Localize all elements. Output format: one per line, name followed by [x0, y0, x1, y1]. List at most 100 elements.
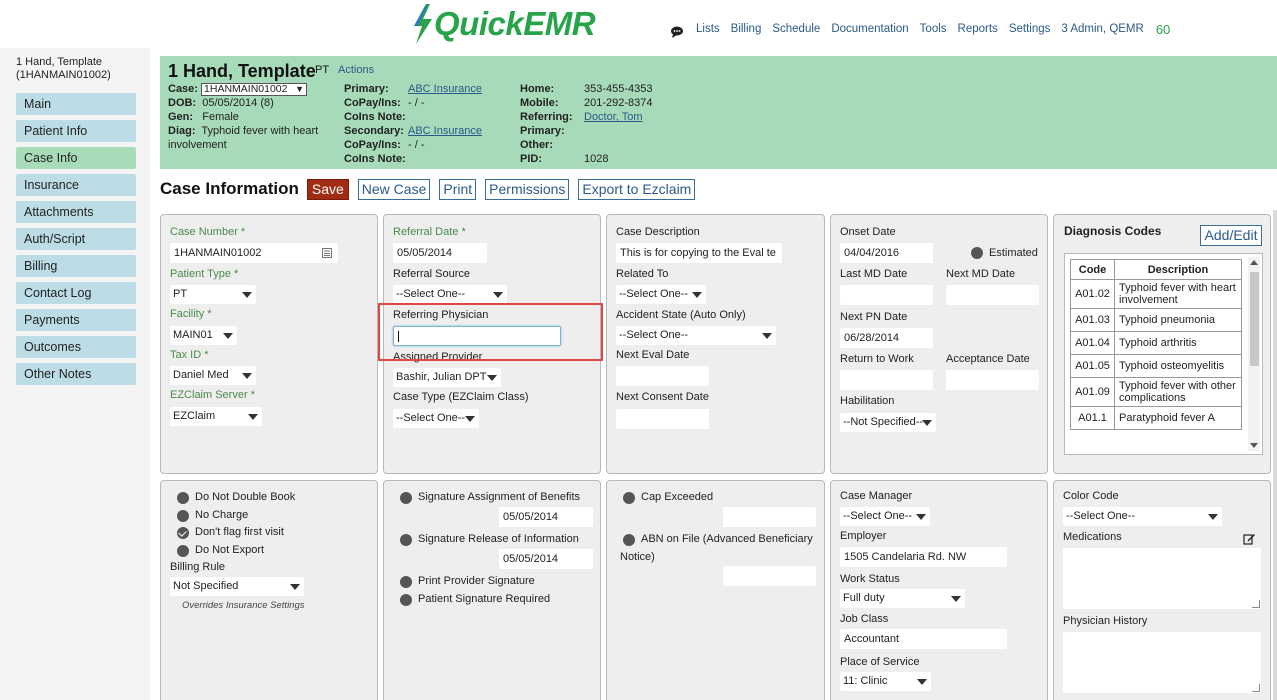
physician-history-textarea[interactable] [1063, 632, 1261, 693]
onset-date-field[interactable]: 04/04/2016 [840, 243, 933, 263]
sidebar-item-insurance[interactable]: Insurance [16, 174, 136, 196]
no-export-checkbox[interactable] [177, 545, 189, 557]
sidebar-item-patient-info[interactable]: Patient Info [16, 120, 136, 142]
facility-select[interactable]: MAIN01 [170, 326, 237, 345]
actions-link[interactable]: Actions [338, 64, 374, 76]
work-status-select[interactable]: Full duty [840, 589, 965, 608]
next-pn-field[interactable]: 06/28/2014 [840, 328, 933, 348]
calculator-icon[interactable] [322, 248, 332, 258]
save-button[interactable]: Save [306, 178, 349, 200]
quickemr-logo[interactable]: QuickEMR [410, 2, 596, 46]
scroll-down-icon[interactable] [1250, 443, 1258, 448]
nav-reports[interactable]: Reports [958, 23, 998, 35]
nav-lists[interactable]: Lists [696, 23, 720, 35]
edit-icon[interactable] [1243, 533, 1255, 545]
table-row[interactable]: A01.1 Paratyphoid fever A [1070, 406, 1242, 430]
accident-state-select[interactable]: --Select One-- [616, 326, 776, 345]
related-to-select[interactable]: --Select One-- [616, 285, 706, 304]
scroll-up-icon[interactable] [1250, 260, 1258, 265]
tax-id-select[interactable]: Daniel Med [170, 366, 256, 385]
facility-value: MAIN01 [173, 329, 213, 341]
habilitation-select[interactable]: --Not Specified-- [840, 413, 936, 432]
abn-on-file-checkbox[interactable] [623, 534, 635, 546]
sidebar-item-contact-log[interactable]: Contact Log [16, 282, 136, 304]
patient-type: PT [315, 64, 330, 76]
sidebar-item-attachments[interactable]: Attachments [16, 201, 136, 223]
return-to-work-field[interactable] [840, 370, 933, 390]
medications-textarea[interactable] [1063, 548, 1261, 609]
patient-col-3: Home: 353-455-4353 Mobile: 201-292-8374 Re… [520, 82, 680, 166]
sidebar-item-billing[interactable]: Billing [16, 255, 136, 277]
page-scrollbar[interactable] [1273, 210, 1277, 700]
nav-settings[interactable]: Settings [1009, 23, 1051, 35]
new-case-button[interactable]: New Case [357, 178, 431, 200]
no-double-book-checkbox[interactable] [177, 492, 189, 504]
case-select[interactable]: 1HANMAIN01002 ▼ [201, 82, 308, 96]
last-md-field[interactable] [840, 285, 933, 305]
nav-schedule[interactable]: Schedule [772, 23, 820, 35]
sidebar-item-main[interactable]: Main [16, 93, 136, 115]
sig-assignment-date[interactable]: 05/05/2014 [499, 507, 593, 527]
export-ezclaim-button[interactable]: Export to Ezclaim [578, 178, 696, 200]
sidebar-item-case-info[interactable]: Case Info [16, 147, 136, 169]
employer-field[interactable]: 1505 Candelaria Rd. NW [840, 547, 1007, 567]
sig-assignment-checkbox[interactable] [400, 492, 412, 504]
patient-sig-required-checkbox[interactable] [400, 594, 412, 606]
add-edit-button[interactable]: Add/Edit [1200, 225, 1262, 246]
referring-link[interactable]: Doctor, Tom [584, 111, 643, 123]
print-button[interactable]: Print [439, 178, 477, 200]
next-md-field[interactable] [946, 285, 1039, 305]
patient-type-select[interactable]: PT [170, 285, 256, 304]
sig-release-date[interactable]: 05/05/2014 [499, 549, 593, 569]
billing-rule-select[interactable]: Not Specified [170, 577, 304, 596]
next-consent-field[interactable] [616, 409, 709, 429]
cap-exceeded-field[interactable] [723, 507, 816, 527]
acceptance-date-field[interactable] [946, 370, 1039, 390]
table-row[interactable]: A01.02 Typhoid fever with heart involveme… [1070, 279, 1242, 309]
dont-flag-first-visit-checkbox[interactable] [177, 527, 189, 539]
dx-code: A01.03 [1070, 308, 1115, 332]
next-consent-label: Next Consent Date [616, 391, 709, 403]
nav-user[interactable]: 3 Admin, QEMR [1061, 23, 1143, 35]
cap-abn-panel: Cap Exceeded ABN on File (Advanced Benef… [606, 480, 825, 700]
case-type-select[interactable]: --Select One-- [393, 409, 479, 428]
sidebar-item-auth-script[interactable]: Auth/Script [16, 228, 136, 250]
nav-documentation[interactable]: Documentation [831, 23, 908, 35]
resize-grip-icon[interactable] [1252, 600, 1260, 608]
primary-ins-link[interactable]: ABC Insurance [408, 83, 482, 95]
chat-icon[interactable] [670, 26, 684, 38]
case-number-field[interactable]: 1HANMAIN01002 [170, 243, 338, 263]
case-description-field[interactable]: This is for copying to the Eval te [616, 243, 782, 263]
resize-grip-icon[interactable] [1252, 684, 1260, 692]
job-class-field[interactable]: Accountant [840, 629, 1007, 649]
case-manager-select[interactable]: --Select One-- [840, 507, 930, 526]
next-eval-field[interactable] [616, 366, 709, 386]
scroll-thumb[interactable] [1250, 272, 1259, 366]
sidebar-item-payments[interactable]: Payments [16, 309, 136, 331]
physician-history-label: Physician History [1063, 615, 1148, 627]
referral-date-field[interactable]: 05/05/2014 [393, 243, 487, 263]
color-code-select[interactable]: --Select One-- [1063, 507, 1222, 526]
nav-billing[interactable]: Billing [731, 23, 762, 35]
sidebar-item-outcomes[interactable]: Outcomes [16, 336, 136, 358]
permissions-button[interactable]: Permissions [485, 178, 570, 200]
referral-source-select[interactable]: --Select One-- [393, 285, 507, 304]
cap-exceeded-checkbox[interactable] [623, 492, 635, 504]
estimated-checkbox[interactable] [971, 247, 983, 259]
nav-tools[interactable]: Tools [920, 23, 947, 35]
table-row[interactable]: A01.09 Typhoid fever with other complicat… [1070, 377, 1242, 407]
assigned-provider-select[interactable]: Bashir, Julian DPT [393, 368, 501, 387]
diagnosis-scrollbar[interactable] [1248, 257, 1260, 451]
ezclaim-server-select[interactable]: EZClaim [170, 407, 262, 426]
print-provider-sig-checkbox[interactable] [400, 576, 412, 588]
chevron-down-icon [916, 514, 926, 520]
place-of-service-select[interactable]: 11: Clinic [840, 672, 931, 691]
no-charge-checkbox[interactable] [177, 510, 189, 522]
table-row[interactable]: A01.03 Typhoid pneumonia [1070, 308, 1242, 332]
sidebar-item-other-notes[interactable]: Other Notes [16, 363, 136, 385]
table-row[interactable]: A01.05 Typhoid osteomyelitis [1070, 354, 1242, 378]
table-row[interactable]: A01.04 Typhoid arthritis [1070, 331, 1242, 355]
secondary-ins-link[interactable]: ABC Insurance [408, 125, 482, 137]
abn-on-file-field[interactable] [723, 566, 816, 586]
sig-release-checkbox[interactable] [400, 534, 412, 546]
